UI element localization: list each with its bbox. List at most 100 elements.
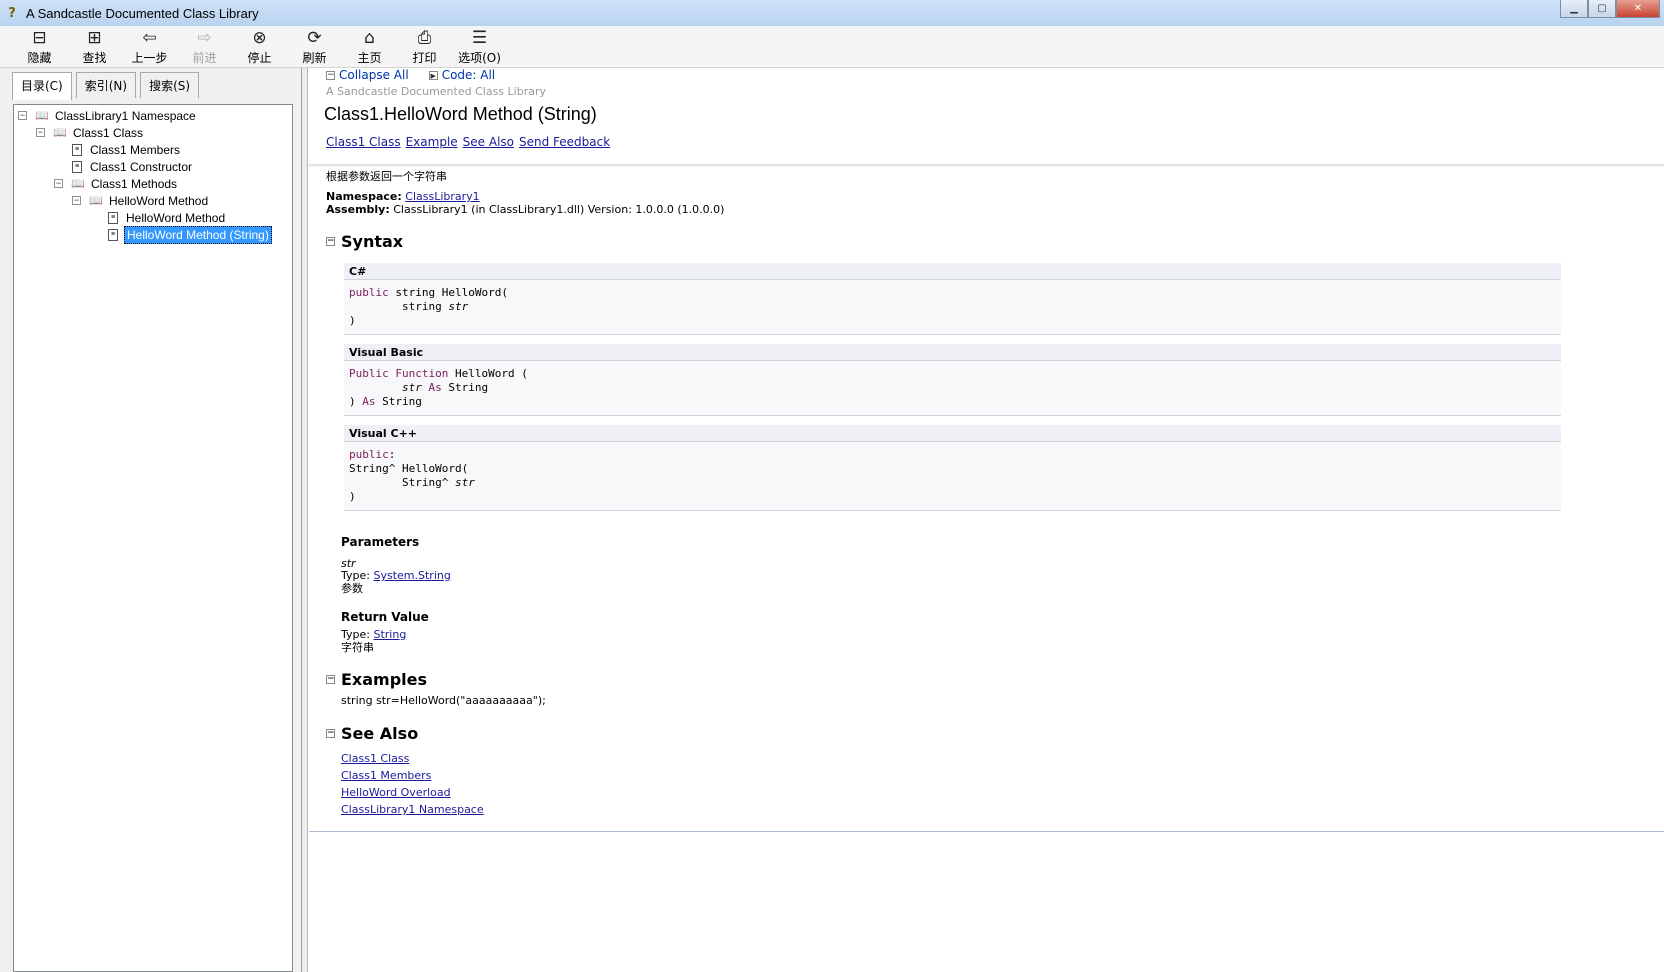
assembly-line: Assembly: ClassLibrary1 (in ClassLibrary… xyxy=(326,203,724,216)
return-value-heading: Return Value xyxy=(341,610,429,624)
example-link[interactable]: Example xyxy=(406,135,458,149)
example-code: string str=HelloWord("aaaaaaaaaa"); xyxy=(341,694,546,707)
collapse-all-link[interactable]: Collapse All xyxy=(339,68,409,82)
return-description: 字符串 xyxy=(341,641,374,654)
forward-label: 前进 xyxy=(192,50,217,65)
namespace-line: Namespace: ClassLibrary1 xyxy=(326,190,480,203)
code-param: str xyxy=(454,476,475,489)
locate-icon: ⊞ xyxy=(87,27,102,48)
page-icon: ≡ xyxy=(108,211,118,224)
tree-item-helloword-method-string[interactable]: ≡ HelloWord Method (String) xyxy=(108,225,272,244)
examples-section-toggle[interactable]: − Examples xyxy=(326,670,427,689)
code-param: str xyxy=(401,381,422,394)
syntax-heading: Syntax xyxy=(341,232,404,251)
header-divider xyxy=(309,164,1664,167)
collapse-icon: − xyxy=(326,674,335,684)
home-button[interactable]: ⌂ 主页 xyxy=(342,26,397,68)
vb-code: Public Function HelloWord ( str As Strin… xyxy=(344,361,1561,416)
tree-item-members[interactable]: ≡ Class1 Members xyxy=(72,141,182,158)
refresh-button[interactable]: ⟳ 刷新 xyxy=(287,26,342,68)
code-text: ) xyxy=(349,395,363,408)
code-param: str xyxy=(448,300,469,313)
page-title: Class1.HelloWord Method (String) xyxy=(324,104,597,124)
print-button[interactable]: ⎙ 打印 xyxy=(397,26,452,68)
string-link[interactable]: String xyxy=(373,628,406,641)
toolbar: ⊟ 隐藏 ⊞ 查找 ⇦ 上一步 ⇨ 前进 ⊗ 停止 ⟳ 刷新 ⌂ 主页 ⎙ 打印… xyxy=(0,26,1664,68)
home-label: 主页 xyxy=(357,50,382,65)
pane-splitter[interactable] xyxy=(302,68,308,972)
running-header: A Sandcastle Documented Class Library xyxy=(326,85,546,98)
system-string-link[interactable]: System.String xyxy=(373,569,450,582)
see-also-link[interactable]: See Also xyxy=(463,135,514,149)
refresh-label: 刷新 xyxy=(302,50,327,65)
see-also-link-overload[interactable]: HelloWord Overload xyxy=(341,786,451,799)
tree-item-constructor[interactable]: ≡ Class1 Constructor xyxy=(72,158,194,175)
options-button[interactable]: ☰ 选项(O) xyxy=(452,26,507,68)
tree-item-label: HelloWord Method xyxy=(126,210,226,225)
topic-header: − Collapse All ▶ Code: All A Sandcastle … xyxy=(309,68,1664,167)
tree-item-label: Class1 Constructor xyxy=(90,159,193,174)
collapse-toggle-icon[interactable]: − xyxy=(54,179,63,188)
collapse-all-control[interactable]: − Collapse All xyxy=(326,68,409,82)
tab-index[interactable]: 索引(N) xyxy=(75,72,137,98)
window-title: A Sandcastle Documented Class Library xyxy=(26,5,259,21)
code-text: String^ xyxy=(349,476,455,489)
collapse-icon: − xyxy=(326,236,335,246)
class-link[interactable]: Class1 Class xyxy=(326,135,401,149)
book-open-icon: 📖 xyxy=(53,127,67,139)
contents-tree: − 📖 ClassLibrary1 Namespace − 📖 Class1 C… xyxy=(13,104,293,972)
locate-label: 查找 xyxy=(82,50,107,65)
collapse-toggle-icon[interactable]: − xyxy=(18,111,27,120)
hide-button[interactable]: ⊟ 隐藏 xyxy=(12,26,67,68)
maximize-button[interactable]: ▢ xyxy=(1588,0,1616,18)
tab-search[interactable]: 搜索(S) xyxy=(140,72,200,98)
collapse-toggle-icon[interactable]: − xyxy=(72,196,81,205)
tree-item-namespace[interactable]: − 📖 ClassLibrary1 Namespace xyxy=(18,107,198,124)
tree-item-class[interactable]: − 📖 Class1 Class xyxy=(36,124,145,141)
window-controls: ▁ ▢ ✕ xyxy=(1560,0,1660,18)
nav-tabs: 目录(C) 索引(N) 搜索(S) xyxy=(12,72,200,100)
code-language-control[interactable]: ▶ Code: All xyxy=(428,68,495,82)
assembly-value: ClassLibrary1 (in ClassLibrary1.dll) Ver… xyxy=(393,203,725,216)
tree-item-helloword-overload[interactable]: − 📖 HelloWord Method xyxy=(72,192,210,209)
assembly-label: Assembly: xyxy=(326,203,390,216)
send-feedback-link[interactable]: Send Feedback xyxy=(519,135,610,149)
back-icon: ⇦ xyxy=(142,27,157,48)
stop-button[interactable]: ⊗ 停止 xyxy=(232,26,287,68)
tree-item-helloword-method[interactable]: ≡ HelloWord Method xyxy=(108,209,227,226)
code-all-link[interactable]: Code: All xyxy=(442,68,495,82)
code-text: ) xyxy=(349,314,356,327)
see-also-link-members[interactable]: Class1 Members xyxy=(341,769,431,782)
locate-button[interactable]: ⊞ 查找 xyxy=(67,26,122,68)
code-text: : xyxy=(388,448,396,461)
code-keyword: As xyxy=(428,381,442,394)
see-also-link-class[interactable]: Class1 Class xyxy=(341,752,409,765)
tree-item-methods[interactable]: − 📖 Class1 Methods xyxy=(54,175,179,192)
parameters-heading: Parameters xyxy=(341,535,420,549)
cpp-code-block: Visual C++ public: String^ HelloWord( St… xyxy=(344,425,1561,511)
title-bar: ? A Sandcastle Documented Class Library … xyxy=(0,0,1664,26)
tab-contents[interactable]: 目录(C) xyxy=(12,72,72,100)
code-keyword: As xyxy=(362,395,376,408)
book-open-icon: 📖 xyxy=(35,110,49,122)
collapse-toggle-icon[interactable]: − xyxy=(36,128,45,137)
see-also-section-toggle[interactable]: − See Also xyxy=(326,724,418,743)
back-button[interactable]: ⇦ 上一步 xyxy=(122,26,177,68)
summary-text: 根据参数返回一个字符串 xyxy=(326,170,447,183)
forward-button[interactable]: ⇨ 前进 xyxy=(177,26,232,68)
namespace-link[interactable]: ClassLibrary1 xyxy=(405,190,479,203)
forward-icon: ⇨ xyxy=(197,27,212,48)
code-text: string xyxy=(349,300,449,313)
stop-label: 停止 xyxy=(247,50,272,65)
syntax-section-toggle[interactable]: − Syntax xyxy=(326,232,403,251)
vb-label: Visual Basic xyxy=(344,344,1561,361)
code-keyword: Function xyxy=(395,367,449,380)
minimize-button[interactable]: ▁ xyxy=(1560,0,1588,18)
home-icon: ⌂ xyxy=(364,27,375,48)
see-also-link-namespace[interactable]: ClassLibrary1 Namespace xyxy=(341,803,484,816)
csharp-code-block: C# public string HelloWord( string str ) xyxy=(344,263,1561,335)
close-button[interactable]: ✕ xyxy=(1616,0,1660,18)
topic-nav-links: Class1 Class Example See Also Send Feedb… xyxy=(326,135,610,149)
code-keyword: Public xyxy=(349,367,389,380)
